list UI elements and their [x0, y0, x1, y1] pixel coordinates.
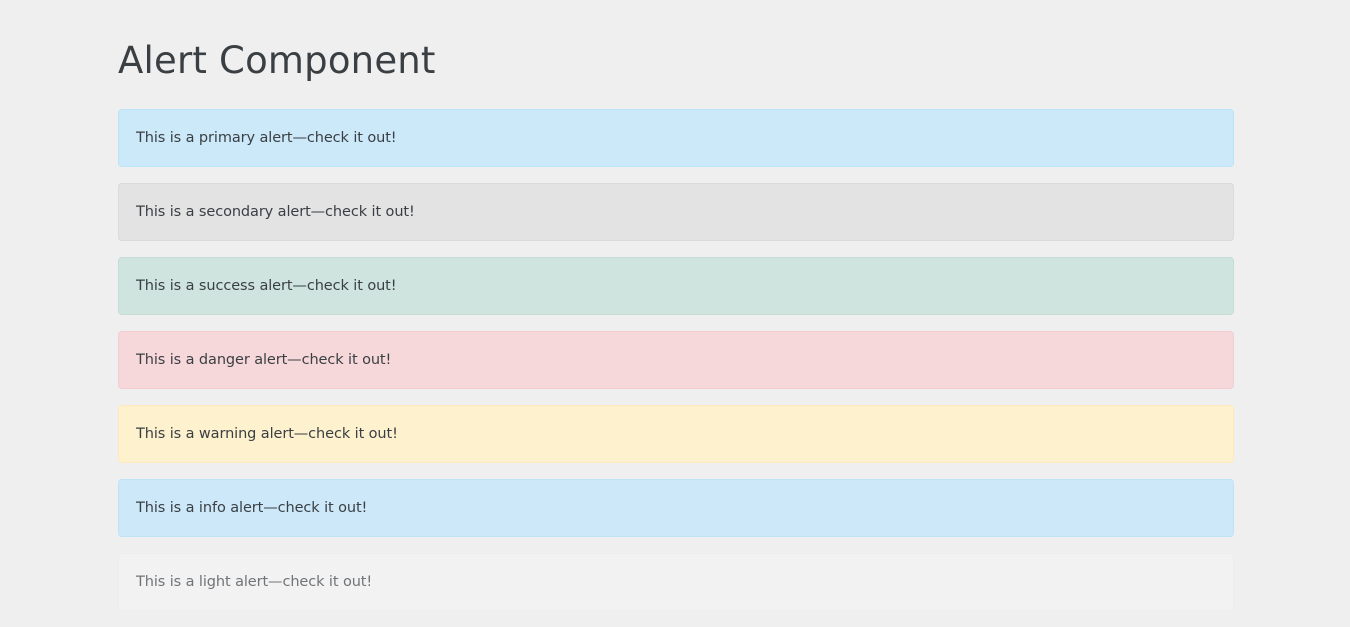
alert-success: This is a success alert—check it out! — [118, 257, 1234, 315]
alert-secondary: This is a secondary alert—check it out! — [118, 183, 1234, 241]
alert-text: This is a info alert—check it out! — [136, 500, 368, 516]
alert-light: This is a light alert—check it out! — [118, 553, 1234, 611]
alert-primary: This is a primary alert—check it out! — [118, 109, 1234, 167]
alert-text: This is a danger alert—check it out! — [136, 352, 392, 368]
alert-text: This is a warning alert—check it out! — [136, 426, 398, 442]
alert-text: This is a secondary alert—check it out! — [136, 204, 415, 220]
alert-text: This is a primary alert—check it out! — [136, 130, 397, 146]
alert-text: This is a light alert—check it out! — [136, 574, 373, 590]
alert-warning: This is a warning alert—check it out! — [118, 405, 1234, 463]
alert-danger: This is a danger alert—check it out! — [118, 331, 1234, 389]
alert-info: This is a info alert—check it out! — [118, 479, 1234, 537]
alert-list: This is a primary alert—check it out! Th… — [118, 109, 1234, 627]
page-title: Alert Component — [118, 39, 436, 82]
alert-text: This is a success alert—check it out! — [136, 278, 397, 294]
